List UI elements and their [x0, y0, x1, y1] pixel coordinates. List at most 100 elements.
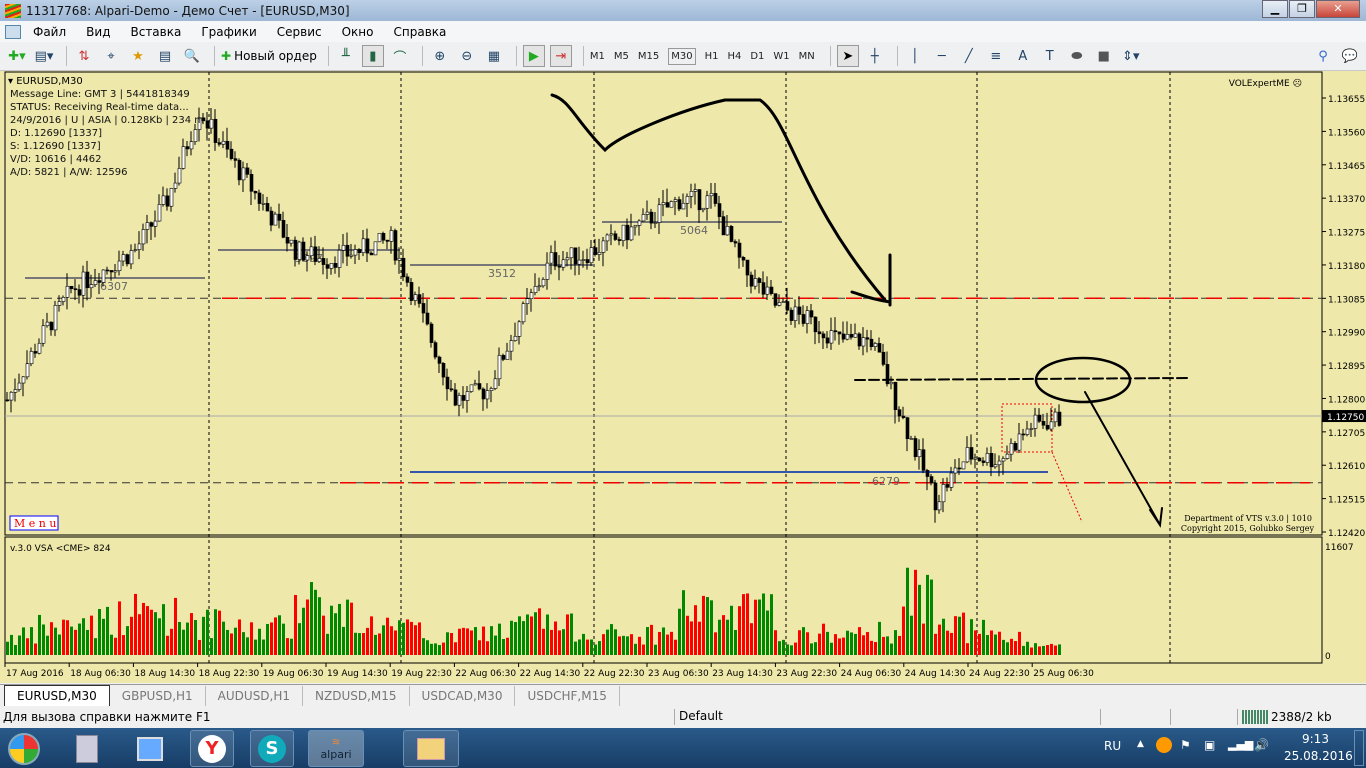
- timeframe-h1[interactable]: H1: [705, 51, 719, 62]
- tab-usdcad-m30[interactable]: USDCAD,M30: [410, 686, 516, 706]
- volume-bar: [918, 584, 921, 655]
- skype-icon[interactable]: S: [250, 730, 294, 767]
- menu-window[interactable]: Окно: [342, 25, 374, 39]
- timeframe-h4[interactable]: H4: [727, 51, 741, 62]
- candle-body: [757, 278, 762, 283]
- clock-date[interactable]: 25.08.2016: [1284, 749, 1353, 763]
- terminal-icon[interactable]: ▤: [154, 45, 176, 67]
- timeframe-mn[interactable]: MN: [799, 51, 815, 62]
- menu-view[interactable]: Вид: [86, 25, 110, 39]
- explorer-icon[interactable]: [403, 730, 459, 767]
- cursor-icon[interactable]: ➤: [836, 45, 859, 67]
- volume-bar: [326, 633, 329, 655]
- tester-icon[interactable]: 🔍: [181, 45, 203, 67]
- volume-bar: [538, 608, 541, 655]
- chat-icon[interactable]: 💬: [1339, 45, 1361, 67]
- menu-tools[interactable]: Сервис: [277, 25, 322, 39]
- power-icon[interactable]: ▣: [1204, 738, 1215, 752]
- action-center-flag-icon[interactable]: ⚑: [1180, 738, 1191, 752]
- volume-bar: [886, 636, 889, 655]
- close-button[interactable]: ✕: [1316, 0, 1360, 18]
- crosshair-data-icon[interactable]: ⌖: [100, 45, 122, 67]
- search-icon[interactable]: ⚲: [1312, 45, 1334, 67]
- tab-usdchf-m15[interactable]: USDCHF,M15: [515, 686, 620, 706]
- volume-bar: [870, 640, 873, 655]
- chart-window-icon[interactable]: [5, 24, 21, 39]
- tray-app-icon[interactable]: [1156, 737, 1172, 753]
- timeframe-m1[interactable]: M1: [590, 51, 605, 62]
- clock-time[interactable]: 9:13: [1302, 732, 1329, 746]
- crosshair-icon[interactable]: ┼: [864, 45, 886, 67]
- candle-body: [305, 255, 310, 261]
- volume-bar: [278, 615, 281, 655]
- rectangle-icon[interactable]: ■: [1093, 45, 1115, 67]
- tab-eurusd-m30[interactable]: EURUSD,M30: [4, 685, 110, 706]
- zoom-in-icon[interactable]: ⊕: [429, 45, 451, 67]
- volume-bar: [198, 639, 201, 655]
- volume-bar: [114, 637, 117, 655]
- vertical-line-icon[interactable]: │: [904, 45, 926, 67]
- timeframe-m30[interactable]: M30: [668, 47, 696, 65]
- candle-body: [733, 241, 738, 244]
- show-hidden-icons[interactable]: ▲: [1137, 739, 1144, 749]
- arrows-icon[interactable]: ⇕▾: [1120, 45, 1142, 67]
- tab-gbpusd-h1[interactable]: GBPUSD,H1: [110, 686, 206, 706]
- volume-bar: [74, 629, 77, 655]
- chart-shift-icon[interactable]: ⇥: [549, 45, 572, 67]
- menu-file[interactable]: Файл: [33, 25, 66, 39]
- menu-help[interactable]: Справка: [394, 25, 447, 39]
- tab-nzdusd-m15[interactable]: NZDUSD,M15: [303, 686, 410, 706]
- network-icon[interactable]: ▂▄▆: [1228, 738, 1253, 751]
- timeframe-m15[interactable]: M15: [638, 51, 659, 62]
- navigator-icon[interactable]: ★: [127, 45, 149, 67]
- timeframe-d1[interactable]: D1: [750, 51, 764, 62]
- autoscroll-icon[interactable]: ▶: [522, 45, 545, 67]
- yandex-browser-icon[interactable]: Y: [190, 730, 234, 767]
- new-order-button[interactable]: ✚ Новый ордер: [221, 45, 317, 67]
- candle-body: [421, 303, 426, 314]
- start-button[interactable]: [2, 730, 46, 767]
- tile-windows-icon[interactable]: ▦: [483, 45, 505, 67]
- candle-body: [941, 484, 946, 503]
- calculator-icon[interactable]: [65, 730, 109, 767]
- text-icon[interactable]: A: [1012, 45, 1034, 67]
- minimize-button[interactable]: ▁: [1262, 0, 1288, 18]
- horizontal-line-icon[interactable]: ─: [931, 45, 953, 67]
- alpari-terminal-task[interactable]: ≋ alpari: [308, 730, 364, 767]
- volume-bar: [210, 638, 213, 655]
- volume-bar: [902, 606, 905, 655]
- profiles-icon[interactable]: ▤▾: [33, 45, 55, 67]
- volume-bar: [186, 622, 189, 655]
- price-chart[interactable]: 63073697351250646279 1.136551.135601.134…: [0, 71, 1366, 683]
- zoom-out-icon[interactable]: ⊖: [456, 45, 478, 67]
- bar-chart-icon[interactable]: ╨: [335, 45, 357, 67]
- ellipse-icon[interactable]: ⬬: [1066, 45, 1088, 67]
- language-indicator[interactable]: RU: [1104, 739, 1121, 753]
- fibonacci-icon[interactable]: ≡: [985, 45, 1007, 67]
- volume-bar: [798, 630, 801, 655]
- line-chart-icon[interactable]: ⌒: [389, 45, 411, 67]
- menu-charts[interactable]: Графики: [201, 25, 256, 39]
- candlestick-icon[interactable]: ▮: [361, 45, 384, 67]
- computer-search-icon[interactable]: [128, 730, 172, 767]
- volume-bar: [546, 614, 549, 655]
- candle-body: [17, 382, 22, 390]
- tab-audusd-h1[interactable]: AUDUSD,H1: [206, 686, 304, 706]
- volume-bar: [1034, 643, 1037, 655]
- volume-bar: [578, 639, 581, 655]
- timeframe-w1[interactable]: W1: [773, 51, 789, 62]
- trendline-icon[interactable]: ╱: [958, 45, 980, 67]
- candle-body: [457, 395, 462, 406]
- text-label-icon[interactable]: T: [1039, 45, 1061, 67]
- maximize-button[interactable]: ❐: [1289, 0, 1315, 18]
- volume-bar: [82, 618, 85, 655]
- candle-body: [133, 249, 138, 251]
- candle-body: [45, 321, 50, 327]
- new-chart-icon[interactable]: ✚▾: [6, 45, 28, 67]
- time-tick: 19 Aug 06:30: [263, 669, 324, 679]
- timeframe-m5[interactable]: M5: [614, 51, 629, 62]
- show-desktop-button[interactable]: [1354, 730, 1364, 766]
- market-watch-icon[interactable]: ⇅: [73, 45, 95, 67]
- menu-insert[interactable]: Вставка: [130, 25, 181, 39]
- volume-icon[interactable]: 🔊: [1254, 738, 1269, 752]
